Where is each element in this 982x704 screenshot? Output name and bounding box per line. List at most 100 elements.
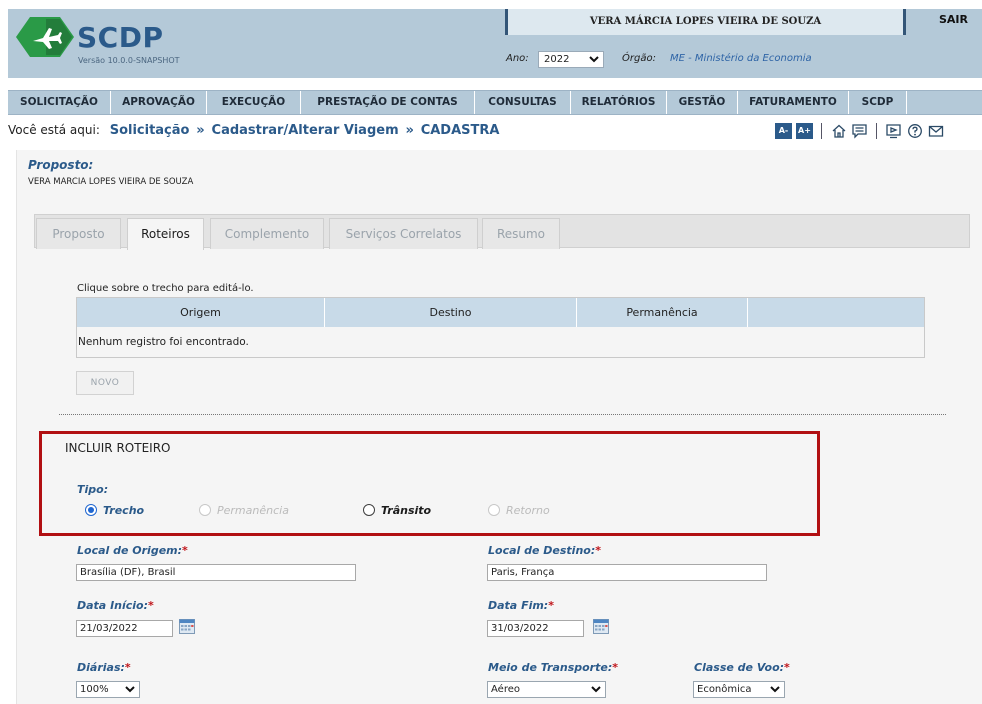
tab-complemento[interactable]: Complemento	[210, 218, 324, 249]
radio-permanencia: Permanência	[199, 502, 289, 518]
double-chevron-right-icon: »	[405, 123, 414, 138]
presentation-icon[interactable]	[885, 123, 902, 140]
menu-item-solicitacao[interactable]: SOLICITAÇÃO	[8, 91, 111, 114]
diarias-value: 100%	[80, 684, 109, 695]
column-header-permanencia[interactable]: Permanência	[577, 298, 748, 327]
radio-button[interactable]	[85, 504, 97, 516]
radio-trecho[interactable]: Trecho	[85, 502, 144, 518]
orgao-label: Órgão:	[622, 53, 656, 64]
user-name: VERA MÁRCIA LOPES VIEIRA DE SOUZA	[505, 9, 906, 35]
required-mark: *	[148, 599, 154, 612]
ano-label: Ano:	[506, 53, 529, 64]
transporte-value: Aéreo	[491, 684, 520, 695]
main-panel: Proposto: VERA MARCIA LOPES VIEIRA DE SO…	[16, 150, 982, 704]
app-header: SCDP Versão 10.0.0-SNAPSHOT VERA MÁRCIA …	[8, 9, 982, 78]
calendar-icon[interactable]	[593, 619, 609, 634]
app-name: SCDP	[77, 21, 164, 54]
home-icon[interactable]	[830, 123, 847, 140]
ano-value: 2022	[544, 54, 570, 65]
novo-button[interactable]: NOVO	[76, 371, 134, 395]
radio-button	[488, 504, 500, 516]
scdp-logo-icon[interactable]	[16, 15, 74, 59]
calendar-icon[interactable]	[179, 619, 195, 634]
required-mark: *	[595, 544, 601, 557]
divider	[821, 123, 822, 139]
diarias-label: Diárias:*	[77, 661, 131, 674]
menu-item-scdp[interactable]: SCDP	[849, 91, 907, 114]
incluir-roteiro-title: INCLUIR ROTEIRO	[65, 441, 171, 455]
data-fim-label-text: Data Fim:	[488, 599, 549, 612]
column-header-origem[interactable]: Origem	[77, 298, 325, 327]
tab-bar: Proposto Roteiros Complemento Serviços C…	[34, 214, 970, 250]
section-divider	[59, 414, 946, 415]
data-fim-input[interactable]: 31/03/2022	[487, 620, 584, 637]
required-mark: *	[612, 661, 618, 674]
menu-item-relatorios[interactable]: RELATÓRIOS	[571, 91, 667, 114]
breadcrumb-solicitacao[interactable]: Solicitação	[110, 123, 190, 138]
chevron-down-icon	[770, 682, 780, 702]
classe-select[interactable]: Econômica	[693, 681, 785, 698]
font-increase-button[interactable]: A+	[796, 123, 813, 139]
radio-retorno: Retorno	[488, 502, 550, 518]
tipo-label: Tipo:	[77, 483, 109, 496]
page-tools: A- A+	[775, 121, 944, 141]
required-mark: *	[548, 599, 554, 612]
chevron-down-icon	[125, 682, 135, 702]
radio-transito-label: Trânsito	[381, 503, 432, 517]
roteiros-table: Origem Destino Permanência Nenhum regist…	[76, 297, 925, 358]
data-inicio-label: Data Início:*	[77, 599, 154, 612]
required-mark: *	[784, 661, 790, 674]
font-decrease-button[interactable]: A-	[775, 123, 792, 139]
proposto-name: VERA MARCIA LOPES VIEIRA DE SOUZA	[28, 177, 194, 187]
tab-roteiros[interactable]: Roteiros	[127, 218, 204, 250]
menu-item-consultas[interactable]: CONSULTAS	[475, 91, 571, 114]
required-mark: *	[182, 544, 188, 557]
diarias-label-text: Diárias:	[77, 661, 125, 674]
transporte-select[interactable]: Aéreo	[487, 681, 606, 698]
main-menu: SOLICITAÇÃO APROVAÇÃO EXECUÇÃO PRESTAÇÃO…	[8, 90, 982, 115]
menu-item-gestao[interactable]: GESTÃO	[667, 91, 738, 114]
classe-label: Classe de Voo:*	[694, 661, 790, 674]
radio-trecho-label: Trecho	[103, 503, 145, 517]
classe-label-text: Classe de Voo:	[694, 661, 785, 674]
chevron-down-icon	[589, 52, 599, 72]
chat-icon[interactable]	[851, 123, 868, 140]
ano-select[interactable]: 2022	[538, 51, 604, 68]
radio-permanencia-label: Permanência	[217, 503, 289, 517]
destino-label: Local de Destino:*	[488, 544, 601, 557]
radio-button	[199, 504, 211, 516]
logout-button[interactable]: SAIR	[906, 9, 982, 35]
menu-item-faturamento[interactable]: FATURAMENTO	[738, 91, 849, 114]
orgao-value: ME - Ministério da Economia	[670, 53, 812, 64]
origem-label: Local de Origem:*	[77, 544, 188, 557]
menu-item-execucao[interactable]: EXECUÇÃO	[207, 91, 301, 114]
tab-servicos-correlatos[interactable]: Serviços Correlatos	[329, 218, 478, 249]
breadcrumb-cadastrar-viagem[interactable]: Cadastrar/Alterar Viagem	[212, 123, 399, 138]
destino-input[interactable]: Paris, França	[487, 564, 767, 581]
menu-item-aprovacao[interactable]: APROVAÇÃO	[111, 91, 207, 114]
origem-input[interactable]: Brasília (DF), Brasil	[76, 564, 356, 581]
app-version: Versão 10.0.0-SNAPSHOT	[78, 56, 180, 65]
origem-label-text: Local de Origem:	[77, 544, 183, 557]
column-header-destino[interactable]: Destino	[325, 298, 577, 327]
destino-label-text: Local de Destino:	[488, 544, 596, 557]
radio-button[interactable]	[363, 504, 375, 516]
diarias-select[interactable]: 100%	[76, 681, 140, 698]
radio-transito[interactable]: Trânsito	[363, 502, 431, 518]
data-inicio-input[interactable]: 21/03/2022	[76, 620, 173, 637]
menu-item-prestacao-de-contas[interactable]: PRESTAÇÃO DE CONTAS	[301, 91, 475, 114]
table-empty-row: Nenhum registro foi encontrado.	[77, 327, 924, 357]
mail-icon[interactable]	[927, 123, 944, 140]
column-header-actions	[748, 298, 924, 327]
data-fim-label: Data Fim:*	[488, 599, 554, 612]
chevron-down-icon	[591, 682, 601, 702]
grid-hint: Clique sobre o trecho para editá-lo.	[77, 283, 254, 294]
tab-resumo[interactable]: Resumo	[482, 218, 560, 249]
empty-message: Nenhum registro foi encontrado.	[78, 336, 249, 348]
tab-proposto[interactable]: Proposto	[36, 218, 121, 249]
help-icon[interactable]	[906, 123, 923, 140]
data-inicio-label-text: Data Início:	[77, 599, 149, 612]
radio-retorno-label: Retorno	[506, 503, 550, 517]
transporte-label: Meio de Transporte:*	[488, 661, 618, 674]
classe-value: Econômica	[697, 684, 752, 695]
